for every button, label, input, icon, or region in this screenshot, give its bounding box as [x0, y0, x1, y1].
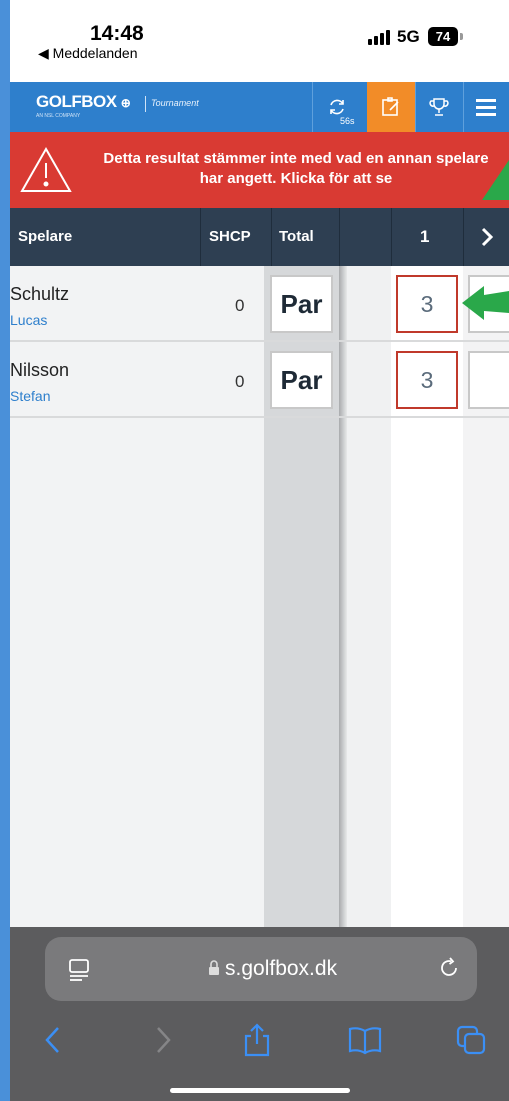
header-shcp: SHCP — [209, 228, 251, 245]
hole-1-score[interactable]: 3 — [396, 275, 458, 333]
total-score-box[interactable]: Par — [270, 275, 333, 333]
green-arrow-annotation — [462, 286, 509, 320]
back-to-app-link[interactable]: ◀ Meddelanden — [38, 45, 138, 62]
player-first-name: Stefan — [10, 388, 51, 404]
warning-icon — [20, 146, 72, 192]
player-shcp: 0 — [235, 372, 245, 391]
scorecard-button[interactable] — [367, 82, 415, 132]
globe-icon: ⊕ — [120, 96, 131, 110]
scorecard-edit-icon — [382, 97, 399, 116]
logo-subtitle: AN NSL COMPANY — [36, 113, 81, 119]
score-mismatch-alert[interactable]: Detta resultat stämmer inte med vad en a… — [10, 132, 509, 208]
scorecard-header: Spelare SHCP Total 1 — [10, 208, 509, 266]
back-button[interactable] — [28, 1015, 78, 1065]
home-indicator[interactable] — [170, 1088, 350, 1093]
bookmarks-button[interactable] — [340, 1015, 390, 1065]
header-hole-1: 1 — [420, 227, 430, 246]
column-divider — [200, 208, 201, 266]
status-bar: 14:48 ◀ Meddelanden 5G 74 — [10, 0, 509, 82]
next-holes-button[interactable] — [465, 208, 509, 266]
forward-icon — [157, 1027, 171, 1053]
share-button[interactable] — [232, 1015, 282, 1065]
menu-button[interactable] — [463, 82, 509, 132]
status-time: 14:48 — [90, 22, 144, 45]
logo-divider — [145, 96, 146, 112]
chevron-right-icon — [481, 227, 494, 247]
battery-tip — [460, 33, 463, 40]
player-row: Nilsson Stefan 0 Par 3 — [10, 342, 509, 418]
signal-icon — [368, 30, 390, 45]
sync-icon — [330, 99, 344, 115]
trophy-icon — [429, 98, 449, 116]
app-header: GOLFBOX ⊕ AN NSL COMPANY Tournament 56s — [10, 82, 509, 132]
total-score-box[interactable]: Par — [270, 351, 333, 409]
battery-icon: 74 — [428, 27, 458, 46]
logo-text: GOLFBOX — [36, 92, 117, 111]
url-text: s.golfbox.dk — [225, 957, 338, 980]
network-label: 5G — [397, 27, 420, 46]
hole-2-score[interactable] — [468, 351, 509, 409]
column-divider — [339, 208, 340, 266]
back-icon — [45, 1027, 59, 1053]
player-first-name: Lucas — [10, 312, 48, 328]
column-divider — [391, 208, 392, 266]
browser-toolbar: s.golfbox.dk — [10, 927, 509, 1101]
sync-countdown: 56s — [340, 116, 355, 126]
menu-icon — [476, 99, 496, 116]
player-shcp: 0 — [235, 296, 245, 315]
bookmarks-icon — [348, 1027, 382, 1055]
green-arrow-annotation — [482, 160, 509, 200]
column-divider — [271, 208, 272, 266]
player-last-name: Schultz — [10, 284, 70, 304]
header-total: Total — [279, 228, 314, 245]
tabs-button[interactable] — [446, 1015, 496, 1065]
column-divider — [463, 208, 464, 266]
golfbox-logo[interactable]: GOLFBOX ⊕ — [36, 92, 131, 112]
alert-message: Detta resultat stämmer inte med vad en a… — [103, 150, 489, 187]
header-player: Spelare — [18, 228, 73, 245]
reload-icon[interactable] — [437, 956, 461, 980]
player-last-name: Nilsson — [10, 360, 70, 380]
tabs-icon — [456, 1025, 486, 1055]
lock-icon — [209, 960, 219, 975]
hole-1-score[interactable]: 3 — [396, 351, 458, 409]
page-menu-icon[interactable] — [67, 957, 91, 981]
logo-tournament: Tournament — [151, 98, 199, 108]
phone-screen: 14:48 ◀ Meddelanden 5G 74 GOLFBOX ⊕ AN N… — [10, 0, 509, 1101]
forward-button[interactable] — [138, 1015, 188, 1065]
address-bar[interactable]: s.golfbox.dk — [45, 937, 477, 1001]
share-icon — [244, 1023, 270, 1057]
leaderboard-button[interactable] — [415, 82, 463, 132]
player-row: Schultz Lucas 0 Par 3 — [10, 266, 509, 342]
